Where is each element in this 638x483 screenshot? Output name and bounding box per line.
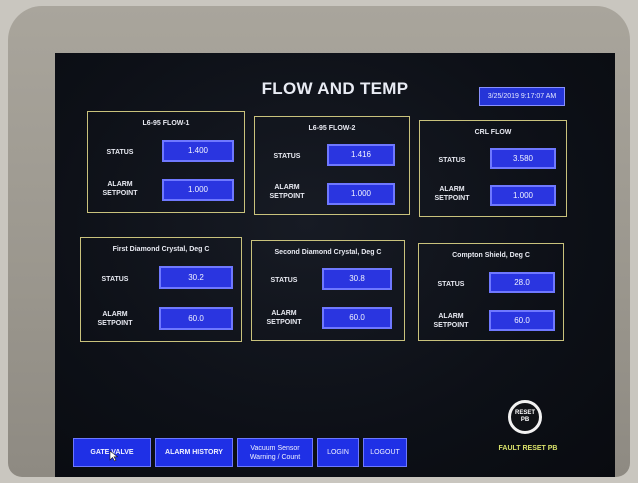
alarm-setpoint-label: ALARM SETPOINT	[258, 309, 310, 327]
alarm-setpoint-value[interactable]: 1.000	[327, 183, 395, 205]
alarm-setpoint-value[interactable]: 1.000	[162, 179, 234, 201]
status-value: 1.400	[162, 140, 234, 162]
alarm-setpoint-label: ALARM SETPOINT	[261, 183, 313, 201]
fault-reset-label: FAULT RESET PB	[498, 445, 558, 452]
panel-l6-95-flow-1: L6-95 FLOW-1 STATUS 1.400 ALARM SETPOINT…	[87, 111, 245, 213]
alarm-label-line-1: ALARM	[439, 186, 465, 193]
vacuum-label-line-2: Warning / Count	[249, 453, 301, 461]
panel-first-diamond-crystal: First Diamond Crystal, Deg C STATUS 30.2…	[80, 237, 242, 342]
alarm-label-line-2: SETPOINT	[269, 193, 305, 200]
panel-title: L6-95 FLOW-2	[308, 125, 356, 132]
alarm-setpoint-label: ALARM SETPOINT	[425, 312, 477, 330]
login-button[interactable]: LOGIN	[317, 438, 359, 467]
status-value: 1.416	[327, 144, 395, 166]
alarm-label-line-2: SETPOINT	[433, 322, 469, 329]
fault-reset-button[interactable]: RESET PB	[508, 400, 542, 434]
status-value: 30.8	[322, 268, 392, 290]
status-label: STATUS	[101, 276, 129, 283]
panel-title: L6-95 FLOW-1	[142, 120, 190, 127]
alarm-setpoint-label: ALARM SETPOINT	[89, 310, 141, 328]
alarm-label-line-2: SETPOINT	[97, 320, 133, 327]
mouse-pointer-icon	[109, 450, 119, 462]
status-label: STATUS	[270, 277, 298, 284]
alarm-history-button[interactable]: ALARM HISTORY	[155, 438, 233, 467]
alarm-setpoint-label: ALARM SETPOINT	[94, 180, 146, 198]
alarm-setpoint-label: ALARM SETPOINT	[426, 185, 478, 203]
alarm-label-line-1: ALARM	[107, 181, 133, 188]
status-label: STATUS	[106, 149, 134, 156]
alarm-label-line-1: ALARM	[274, 184, 300, 191]
status-value: 28.0	[489, 272, 555, 293]
status-label: STATUS	[437, 281, 465, 288]
alarm-setpoint-value[interactable]: 60.0	[489, 310, 555, 331]
alarm-setpoint-value[interactable]: 60.0	[159, 307, 233, 330]
alarm-label-line-2: SETPOINT	[266, 319, 302, 326]
status-label: STATUS	[273, 153, 301, 160]
alarm-label-line-1: ALARM	[102, 311, 128, 318]
panel-l6-95-flow-2: L6-95 FLOW-2 STATUS 1.416 ALARM SETPOINT…	[254, 116, 410, 215]
panel-title: Compton Shield, Deg C	[452, 252, 530, 259]
alarm-label-line-2: SETPOINT	[102, 190, 138, 197]
vacuum-label-line-1: Vacuum Sensor	[250, 444, 300, 452]
reset-label-line-2: PB	[520, 417, 530, 423]
alarm-label-line-1: ALARM	[438, 313, 464, 320]
panel-title: CRL FLOW	[474, 129, 512, 136]
logout-button[interactable]: LOGOUT	[363, 438, 407, 467]
monitor-bezel: FLOW AND TEMP 3/25/2019 9:17:07 AM L6-95…	[8, 6, 630, 477]
status-value: 3.580	[490, 148, 556, 169]
vacuum-sensor-button[interactable]: Vacuum Sensor Warning / Count	[237, 438, 313, 467]
panel-compton-shield: Compton Shield, Deg C STATUS 28.0 ALARM …	[418, 243, 564, 341]
panel-crl-flow: CRL FLOW STATUS 3.580 ALARM SETPOINT 1.0…	[419, 120, 567, 217]
alarm-label-line-1: ALARM	[271, 310, 297, 317]
alarm-label-line-2: SETPOINT	[434, 195, 470, 202]
hmi-screen: FLOW AND TEMP 3/25/2019 9:17:07 AM L6-95…	[55, 53, 615, 477]
panel-title: Second Diamond Crystal, Deg C	[274, 249, 382, 256]
panel-title: First Diamond Crystal, Deg C	[112, 246, 210, 253]
status-value: 30.2	[159, 266, 233, 289]
datetime-display: 3/25/2019 9:17:07 AM	[479, 87, 565, 106]
panel-second-diamond-crystal: Second Diamond Crystal, Deg C STATUS 30.…	[251, 240, 405, 341]
alarm-setpoint-value[interactable]: 1.000	[490, 185, 556, 206]
reset-label-line-1: RESET	[514, 410, 535, 416]
alarm-setpoint-value[interactable]: 60.0	[322, 307, 392, 329]
status-label: STATUS	[438, 157, 466, 164]
